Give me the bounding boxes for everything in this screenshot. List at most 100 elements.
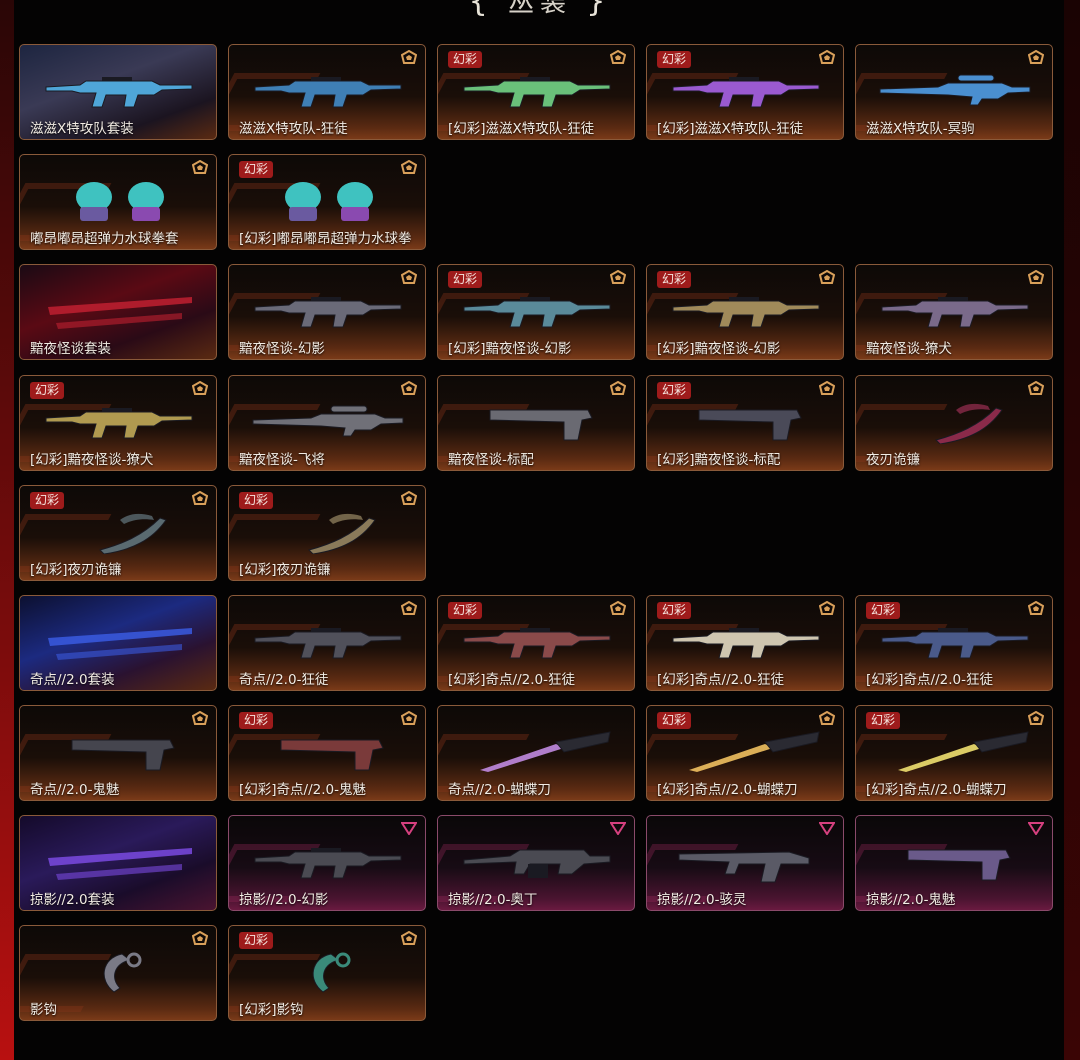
chroma-variant-badge: 幻彩: [448, 602, 483, 619]
knife-skin-image: [480, 731, 611, 772]
premium-tier-icon: [401, 160, 417, 174]
skin-name: [幻彩]滋滋X特攻队-狂徒: [657, 121, 804, 137]
skin-name: [幻彩]奇点//2.0-狂徒: [866, 672, 993, 688]
skin-name: 嘟昂嘟昂超弹力水球拳套: [30, 231, 179, 247]
skin-card[interactable]: 掠影//2.0-鬼魅: [855, 815, 1053, 911]
premium-tier-icon: [1028, 381, 1044, 395]
chroma-variant-badge: 幻彩: [657, 271, 692, 288]
chroma-variant-badge: 幻彩: [239, 161, 274, 178]
skin-name: 黯夜怪谈-飞将: [239, 452, 325, 468]
skin-card[interactable]: 黯夜怪谈-獠犬: [855, 264, 1053, 360]
lmg-skin-image: [463, 849, 611, 878]
skin-name: 黯夜怪谈套装: [30, 341, 111, 357]
rifle-skin-image: [463, 628, 611, 659]
skin-card[interactable]: 幻彩 [幻彩]奇点//2.0-狂徒: [855, 595, 1053, 691]
chroma-variant-badge: 幻彩: [448, 51, 483, 68]
karambit-skin-image: [103, 952, 142, 993]
deluxe-tier-icon: [610, 822, 626, 835]
skin-name: [幻彩]奇点//2.0-蝴蝶刀: [866, 782, 1007, 798]
skin-name: [幻彩]奇点//2.0-狂徒: [448, 672, 575, 688]
premium-tier-icon: [819, 50, 835, 64]
premium-tier-icon: [1028, 601, 1044, 615]
skin-name: 黯夜怪谈-标配: [448, 452, 534, 468]
knife-skin-image: [898, 731, 1029, 772]
bundle-skin-image: [48, 848, 192, 880]
pistol-skin-image: [71, 739, 175, 771]
skin-card[interactable]: 奇点//2.0-蝴蝶刀: [437, 705, 635, 801]
skin-card[interactable]: 幻彩 [幻彩]影钩: [228, 925, 426, 1021]
premium-tier-icon: [192, 931, 208, 945]
skin-card[interactable]: 幻彩 [幻彩]黯夜怪谈-标配: [646, 375, 844, 471]
skin-card[interactable]: 奇点//2.0-狂徒: [228, 595, 426, 691]
skin-card[interactable]: 幻彩 [幻彩]奇点//2.0-蝴蝶刀: [646, 705, 844, 801]
skin-card[interactable]: 幻彩 [幻彩]滋滋X特攻队-狂徒: [437, 44, 635, 140]
skin-card[interactable]: 掠影//2.0-奥丁: [437, 815, 635, 911]
skin-card[interactable]: 幻彩 [幻彩]黯夜怪谈-獠犬: [19, 375, 217, 471]
smg-skin-image: [678, 851, 810, 883]
skin-name: 奇点//2.0-鬼魅: [30, 782, 120, 798]
skin-card[interactable]: 黯夜怪谈-标配: [437, 375, 635, 471]
skin-name: [幻彩]黯夜怪谈-獠犬: [30, 452, 154, 468]
gloves-skin-image: [285, 182, 373, 221]
pistol-skin-image: [280, 739, 384, 771]
skin-name: 掠影//2.0-骇灵: [657, 892, 747, 908]
skin-card[interactable]: 影钩: [19, 925, 217, 1021]
skin-card[interactable]: 滋滋X特攻队-狂徒: [228, 44, 426, 140]
skin-name: [幻彩]奇点//2.0-鬼魅: [239, 782, 366, 798]
premium-tier-icon: [610, 381, 626, 395]
chroma-variant-badge: 幻彩: [239, 492, 274, 509]
gloves-skin-image: [76, 182, 164, 221]
skin-name: [幻彩]夜刃诡镰: [239, 562, 331, 578]
skin-card[interactable]: 滋滋X特攻队-冥驹: [855, 44, 1053, 140]
pistol-skin-image: [698, 409, 802, 441]
skin-card[interactable]: 掠影//2.0套装: [19, 815, 217, 911]
skin-name: 夜刃诡镰: [866, 452, 920, 468]
rifle-skin-image: [881, 628, 1029, 659]
skin-card[interactable]: 掠影//2.0-骇灵: [646, 815, 844, 911]
rifle-skin-image: [672, 297, 820, 328]
skin-card[interactable]: 黯夜怪谈-幻影: [228, 264, 426, 360]
skin-card[interactable]: 幻彩 [幻彩]奇点//2.0-鬼魅: [228, 705, 426, 801]
chroma-variant-badge: 幻彩: [239, 712, 274, 729]
scythe-skin-image: [935, 403, 1003, 444]
skin-grid: 滋滋X特攻队套装 滋滋X特攻队-狂徒 幻彩 [幻彩]滋滋X特攻队-狂徒 幻彩 […: [0, 0, 1080, 1060]
rifle-skin-image: [254, 628, 402, 659]
premium-tier-icon: [401, 50, 417, 64]
skin-card[interactable]: 幻彩 [幻彩]奇点//2.0-狂徒: [437, 595, 635, 691]
skin-card[interactable]: 幻彩 [幻彩]夜刃诡镰: [228, 485, 426, 581]
premium-tier-icon: [1028, 50, 1044, 64]
premium-tier-icon: [192, 711, 208, 725]
skin-name: 奇点//2.0-蝴蝶刀: [448, 782, 551, 798]
skin-card[interactable]: 幻彩 [幻彩]嘟昂嘟昂超弹力水球拳: [228, 154, 426, 250]
skin-name: 滋滋X特攻队-冥驹: [866, 121, 975, 137]
chroma-variant-badge: 幻彩: [866, 712, 901, 729]
skin-card[interactable]: 幻彩 [幻彩]夜刃诡镰: [19, 485, 217, 581]
skin-name: 掠影//2.0-幻影: [239, 892, 329, 908]
premium-tier-icon: [401, 711, 417, 725]
premium-tier-icon: [401, 931, 417, 945]
pistol-skin-image: [907, 849, 1011, 881]
skin-name: 黯夜怪谈-幻影: [239, 341, 325, 357]
skin-card[interactable]: 幻彩 [幻彩]滋滋X特攻队-狂徒: [646, 44, 844, 140]
skin-card[interactable]: 奇点//2.0-鬼魅: [19, 705, 217, 801]
skin-card[interactable]: 幻彩 [幻彩]黯夜怪谈-幻影: [646, 264, 844, 360]
rifle-skin-image: [254, 297, 402, 328]
chroma-variant-badge: 幻彩: [448, 271, 483, 288]
pistol-skin-image: [489, 409, 593, 441]
skin-card[interactable]: 幻彩 [幻彩]奇点//2.0-狂徒: [646, 595, 844, 691]
premium-tier-icon: [819, 270, 835, 284]
scythe-skin-image: [308, 513, 376, 554]
skin-name: 影钩: [30, 1002, 57, 1018]
skin-card[interactable]: 夜刃诡镰: [855, 375, 1053, 471]
skin-card[interactable]: 黯夜怪谈-飞将: [228, 375, 426, 471]
skin-card[interactable]: 嘟昂嘟昂超弹力水球拳套: [19, 154, 217, 250]
skin-card[interactable]: 黯夜怪谈套装: [19, 264, 217, 360]
skin-card[interactable]: 幻彩 [幻彩]奇点//2.0-蝴蝶刀: [855, 705, 1053, 801]
premium-tier-icon: [401, 491, 417, 505]
skin-card[interactable]: 奇点//2.0套装: [19, 595, 217, 691]
skin-name: [幻彩]奇点//2.0-狂徒: [657, 672, 784, 688]
skin-card[interactable]: 幻彩 [幻彩]黯夜怪谈-幻影: [437, 264, 635, 360]
premium-tier-icon: [610, 50, 626, 64]
skin-card[interactable]: 滋滋X特攻队套装: [19, 44, 217, 140]
skin-card[interactable]: 掠影//2.0-幻影: [228, 815, 426, 911]
